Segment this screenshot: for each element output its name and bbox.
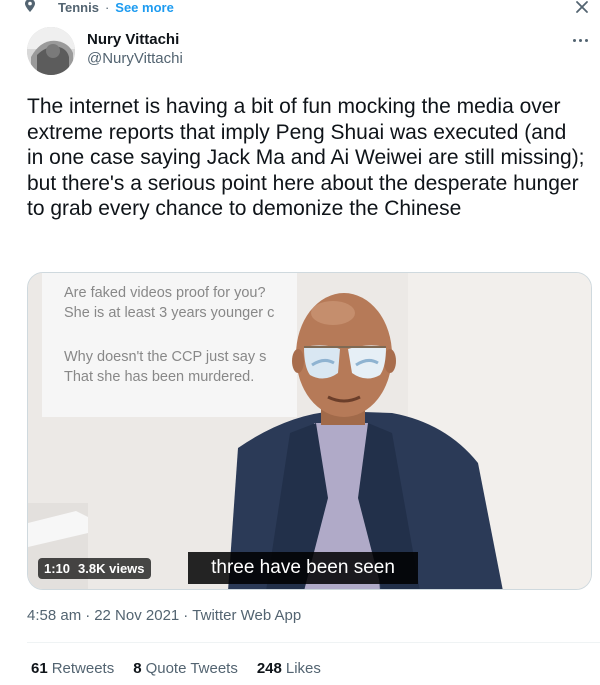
topic-row: Tennis · See more	[25, 0, 174, 15]
tweet-text: The internet is having a bit of fun mock…	[27, 95, 585, 220]
divider	[27, 642, 600, 643]
timestamp-separator: ·	[183, 607, 189, 624]
tweet-date[interactable]: 22 Nov 2021	[94, 607, 179, 624]
video-player[interactable]: Are faked videos proof for you? She is a…	[27, 272, 592, 590]
video-views: 3.8K views	[78, 561, 145, 576]
overlay-line: Why doesn't the CCP just say s	[64, 349, 267, 365]
close-button[interactable]	[570, 0, 594, 18]
author-name[interactable]: Nury Vittachi	[87, 31, 183, 49]
topic-separator: ·	[104, 0, 110, 15]
more-options-button[interactable]	[568, 30, 592, 50]
see-more-link[interactable]: See more	[115, 0, 174, 15]
overlay-line: She is at least 3 years younger c	[64, 305, 275, 321]
video-badge: 1:10 3.8K views	[38, 558, 151, 579]
video-duration: 1:10	[44, 561, 71, 576]
video-subtitle: three have been seen	[188, 552, 418, 584]
overlay-line: Are faked videos proof for you?	[64, 285, 266, 301]
more-dots-icon	[572, 38, 576, 42]
quotes-count: 8	[133, 660, 142, 677]
retweets-stat[interactable]: 61 Retweets	[31, 660, 114, 677]
close-icon	[576, 1, 588, 13]
author-block: Nury Vittachi @NuryVittachi	[27, 27, 183, 77]
retweets-count: 61	[31, 660, 48, 677]
topic-label[interactable]: Tennis	[58, 0, 99, 15]
likes-stat[interactable]: 248 Likes	[257, 660, 321, 677]
tweet-time[interactable]: 4:58 am	[27, 607, 81, 624]
tweet-timestamp: 4:58 am · 22 Nov 2021 · Twitter Web App	[27, 607, 301, 624]
quote-tweets-stat[interactable]: 8 Quote Tweets	[133, 660, 238, 677]
likes-count: 248	[256, 660, 282, 677]
engagement-stats: 61 Retweets 8 Quote Tweets 248 Likes	[31, 660, 321, 677]
likes-label: Likes	[285, 660, 321, 677]
author-handle[interactable]: @NuryVittachi	[87, 49, 183, 69]
topic-pin-icon	[25, 0, 35, 12]
retweets-label: Retweets	[51, 660, 115, 677]
quotes-label: Quote Tweets	[145, 660, 238, 677]
timestamp-separator: ·	[85, 607, 91, 624]
avatar[interactable]	[27, 27, 75, 75]
tweet-source-app[interactable]: Twitter Web App	[192, 607, 301, 624]
overlay-line: That she has been murdered.	[64, 369, 255, 385]
